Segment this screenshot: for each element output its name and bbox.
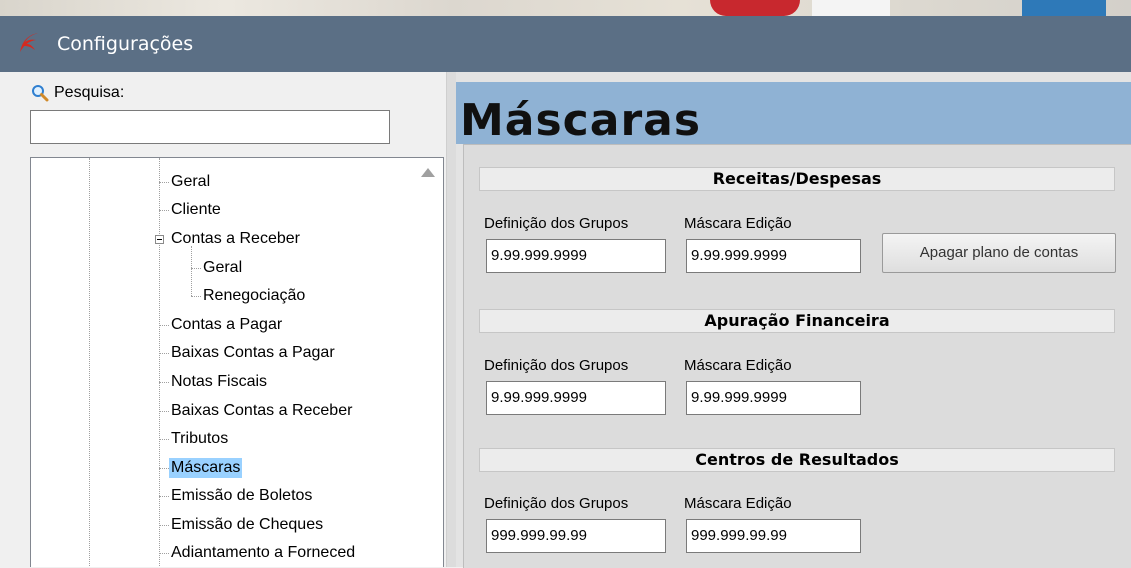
mask-edit-field[interactable]: 9.99.999.9999: [686, 381, 861, 415]
tree-connector: [159, 411, 169, 412]
mask-edit-field[interactable]: 9.99.999.9999: [686, 239, 861, 273]
section-header-centros-de-resultados: Centros de Resultados: [479, 448, 1115, 472]
tree-item-geral[interactable]: Geral: [169, 172, 212, 192]
tree-connector: [159, 496, 169, 497]
tree-connector: [159, 210, 169, 211]
tree-connector: [191, 296, 201, 297]
navigation-pane: Pesquisa: Geral Cliente Contas a Receber…: [10, 72, 445, 567]
tree-item-contas-a-receber[interactable]: Contas a Receber: [169, 229, 302, 249]
mask-edit-field[interactable]: 999.999.99.99: [686, 519, 861, 553]
section-header-apuracao-financeira: Apuração Financeira: [479, 309, 1115, 333]
tree-connector: [159, 468, 169, 469]
page-header: Máscaras: [456, 82, 1131, 146]
tree-item-mascaras[interactable]: Máscaras: [169, 458, 243, 478]
section-header-receitas-despesas: Receitas/Despesas: [479, 167, 1115, 191]
tree-item-emissao-de-cheques[interactable]: Emissão de Cheques: [169, 515, 325, 535]
tree-item-contas-a-pagar[interactable]: Contas a Pagar: [169, 315, 284, 335]
tree-item-adiantamento-a-fornecedor[interactable]: Adiantamento a Forneced: [169, 543, 357, 563]
tree-item-baixas-contas-a-receber[interactable]: Baixas Contas a Receber: [169, 401, 354, 421]
masks-panel: Receitas/Despesas Definição dos Grupos M…: [463, 144, 1131, 568]
content-pane: Máscaras Receitas/Despesas Definição dos…: [456, 72, 1131, 568]
tree-connector: [159, 439, 169, 440]
scroll-up-arrow-icon[interactable]: [421, 168, 435, 177]
search-input[interactable]: [30, 110, 390, 144]
window-title: Configurações: [57, 33, 194, 55]
tree-guide-line: [159, 158, 160, 567]
settings-tree[interactable]: Geral Cliente Contas a Receber Geral Ren…: [30, 157, 444, 567]
group-definition-field[interactable]: 999.999.99.99: [486, 519, 666, 553]
search-label: Pesquisa:: [54, 84, 125, 101]
tree-guide-line: [191, 246, 192, 296]
page-title: Máscaras: [460, 95, 702, 146]
tree-connector: [159, 525, 169, 526]
tree-connector: [159, 182, 169, 183]
group-definition-label: Definição dos Grupos: [484, 495, 629, 512]
delete-chart-of-accounts-button[interactable]: Apagar plano de contas: [882, 233, 1116, 273]
tree-connector: [159, 382, 169, 383]
search-label-row: Pesquisa:: [30, 84, 124, 102]
group-definition-field[interactable]: 9.99.999.9999: [486, 239, 666, 273]
tree-item-cliente[interactable]: Cliente: [169, 200, 223, 220]
mask-edit-label: Máscara Edição: [684, 357, 792, 374]
background-shape: [812, 0, 890, 16]
tree-item-notas-fiscais[interactable]: Notas Fiscais: [169, 372, 269, 392]
tree-item-emissao-de-boletos[interactable]: Emissão de Boletos: [169, 486, 314, 506]
group-definition-label: Definição dos Grupos: [484, 357, 629, 374]
app-logo-icon: [20, 33, 38, 52]
window-titlebar: Configurações: [0, 16, 1131, 72]
tree-guide-line: [89, 158, 90, 567]
group-definition-label: Definição dos Grupos: [484, 215, 629, 232]
mask-edit-label: Máscara Edição: [684, 495, 792, 512]
tree-connector: [191, 268, 201, 269]
background-shape: [710, 0, 800, 16]
search-icon: [32, 85, 49, 102]
tree-connector: [159, 325, 169, 326]
tree-connector: [159, 553, 169, 554]
collapse-toggle-icon[interactable]: [155, 235, 164, 244]
tree-item-renegociacao[interactable]: Renegociação: [201, 286, 307, 306]
tree-connector: [159, 353, 169, 354]
background-strip: [0, 0, 1131, 16]
group-definition-field[interactable]: 9.99.999.9999: [486, 381, 666, 415]
mask-edit-label: Máscara Edição: [684, 215, 792, 232]
tree-item-baixas-contas-a-pagar[interactable]: Baixas Contas a Pagar: [169, 343, 337, 363]
tree-item-tributos[interactable]: Tributos: [169, 429, 230, 449]
background-shape: [1022, 0, 1106, 16]
tree-item-contas-receber-geral[interactable]: Geral: [201, 258, 244, 278]
